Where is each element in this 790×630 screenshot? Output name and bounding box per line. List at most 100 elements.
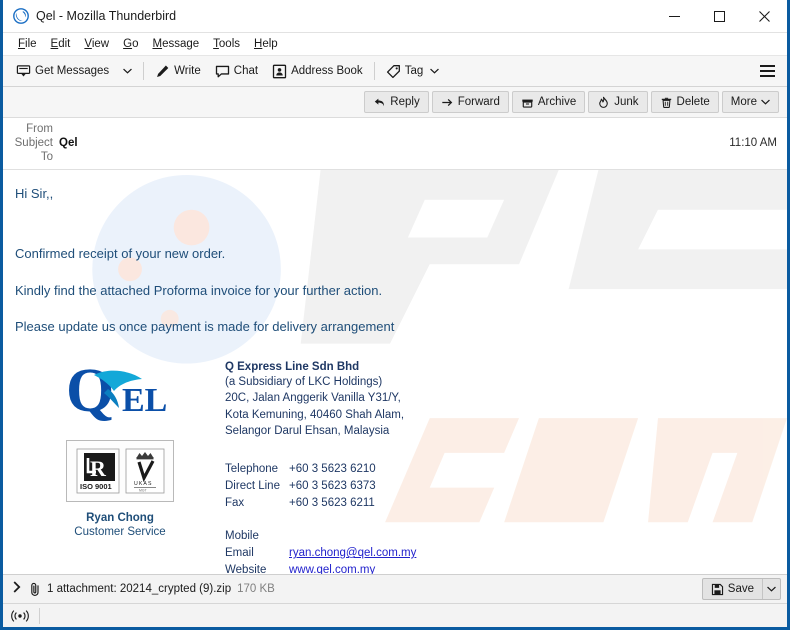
chat-label: Chat (233, 65, 259, 77)
attachment-text[interactable]: 1 attachment: 20214_crypted (9).zip (47, 583, 231, 595)
message-body-pane: Hi Sir,, Confirmed receipt of your new o… (3, 170, 787, 574)
thunderbird-window: Qel - Mozilla Thunderbird FFileile Edit (0, 0, 790, 630)
write-label: Write (174, 65, 201, 77)
contact-spacer (225, 511, 787, 528)
app-menu-button[interactable] (753, 59, 781, 83)
contact-label: Mobile (225, 530, 259, 543)
svg-text:EL: EL (122, 382, 167, 419)
forward-button[interactable]: Forward (431, 91, 509, 113)
archive-box-icon (522, 99, 533, 108)
contact-label: Telephone (225, 463, 279, 476)
menu-view[interactable]: View (77, 36, 116, 52)
minimize-icon (669, 15, 680, 17)
contact-row-mobile: Mobile (225, 528, 787, 545)
svg-text:ISO 9001: ISO 9001 (80, 482, 112, 491)
forward-label: Forward (457, 96, 500, 108)
reply-button[interactable]: Reply (364, 91, 429, 113)
chevron-down-icon (430, 68, 440, 74)
chevron-right-icon (13, 581, 21, 593)
email-link[interactable]: ryan.chong@qel.com.my (289, 545, 416, 562)
subject-label: Subject (14, 137, 53, 149)
floppy-disk-icon (711, 583, 723, 595)
website-link[interactable]: www.qel.com.my (289, 562, 375, 574)
pencil-icon (157, 65, 169, 77)
broadcast-icon[interactable] (11, 609, 29, 623)
message-timestamp: 11:10 AM (729, 137, 777, 149)
body-paragraph-1: Confirmed receipt of your new order. (15, 246, 226, 262)
close-button[interactable] (742, 0, 787, 33)
minimize-button[interactable] (652, 0, 697, 33)
maximize-icon (714, 10, 725, 22)
signature-person-role: Customer Service (74, 526, 166, 538)
chevron-down-icon (761, 99, 770, 105)
get-messages-label: Get Messages (35, 65, 110, 77)
to-label: To (40, 151, 53, 163)
get-messages-icon (16, 64, 31, 76)
maximize-button[interactable] (697, 0, 742, 33)
contact-row-fax: Fax +60 3 5623 6211 (225, 495, 787, 512)
company-address-line: (a Subsidiary of LKC Holdings) (225, 376, 383, 388)
contact-row-direct-line: Direct Line +60 3 5623 6373 (225, 478, 787, 495)
contact-value: +60 3 5623 6210 (289, 463, 376, 476)
tag-button[interactable]: Tag (379, 59, 447, 83)
save-dropdown-arrow[interactable] (762, 579, 780, 599)
menu-help[interactable]: Help (247, 36, 285, 52)
more-label: More (730, 96, 757, 108)
contact-row-website: Website www.qel.com.my (225, 562, 787, 574)
delete-label: Delete (676, 96, 710, 108)
attachment-bar: 1 attachment: 20214_crypted (9).zip 170 … (3, 574, 787, 603)
toolbar-separator (143, 62, 145, 80)
qel-logo: Q EL (64, 357, 176, 426)
menu-message[interactable]: Message (145, 36, 206, 52)
get-messages-button[interactable]: Get Messages (9, 59, 116, 83)
ukas-badge-icon: UKAS MGT (125, 448, 164, 494)
thunderbird-icon (13, 8, 29, 24)
address-book-button[interactable]: Address Book (265, 59, 370, 83)
body-paragraph-2: Kindly find the attached Proforma invoic… (15, 282, 383, 298)
write-button[interactable]: Write (148, 59, 208, 83)
hamburger-line (759, 65, 775, 67)
chevron-down-icon (767, 586, 776, 592)
save-label: Save (727, 583, 754, 595)
reply-label: Reply (390, 96, 420, 108)
contact-label: Fax (225, 496, 245, 509)
archive-label: Archive (537, 96, 577, 108)
contact-row-email: Email ryan.chong@qel.com.my (225, 545, 787, 562)
close-icon (759, 10, 770, 22)
main-toolbar: Get Messages Write Chat Address Book Tag (3, 55, 787, 87)
attachment-expand-toggle[interactable] (11, 581, 28, 597)
reply-icon (375, 98, 385, 106)
save-button-main[interactable]: Save (703, 579, 762, 599)
contact-value: +60 3 5623 6211 (289, 496, 375, 509)
menu-edit[interactable]: Edit (44, 36, 78, 52)
attachment-size: 170 KB (237, 583, 275, 595)
get-messages-dropdown[interactable] (116, 59, 139, 83)
hamburger-line (759, 70, 775, 72)
company-name: Q Express Line Sdn Bhd (225, 361, 360, 373)
tag-label: Tag (404, 65, 424, 77)
contact-label: Email (225, 547, 254, 559)
contact-label: Website (225, 563, 267, 574)
junk-button[interactable]: Junk (588, 91, 648, 113)
chat-button[interactable]: Chat (208, 59, 265, 83)
message-headers: From Subject Qel 11:10 AM To (3, 118, 787, 170)
signature-left-column: Q EL R ISO 9001 CERTIFIED (15, 355, 225, 574)
archive-button[interactable]: Archive (511, 91, 586, 113)
menu-file[interactable]: FFileile (11, 36, 44, 52)
more-button[interactable]: More (721, 91, 779, 113)
save-attachment-button[interactable]: Save (701, 578, 781, 600)
svg-text:MGT: MGT (139, 489, 147, 493)
forward-arrow-icon (442, 98, 452, 106)
delete-button[interactable]: Delete (650, 91, 719, 113)
email-signature: Q EL R ISO 9001 CERTIFIED (3, 355, 787, 574)
email-body-text: Hi Sir,, Confirmed receipt of your new o… (3, 170, 787, 335)
svg-text:Q: Q (66, 359, 114, 421)
certification-badges: R ISO 9001 CERTIFIED UKAS MGT (66, 440, 174, 502)
contact-value: +60 3 5623 6373 (289, 479, 376, 492)
title-bar: Qel - Mozilla Thunderbird (3, 0, 787, 33)
company-address-line: 20C, Jalan Anggerik Vanilla Y31/Y, (225, 392, 401, 405)
status-separator (39, 607, 40, 624)
body-paragraph-3: Please update us once payment is made fo… (15, 318, 395, 334)
menu-tools[interactable]: Tools (206, 36, 247, 52)
menu-go[interactable]: Go (116, 36, 145, 52)
